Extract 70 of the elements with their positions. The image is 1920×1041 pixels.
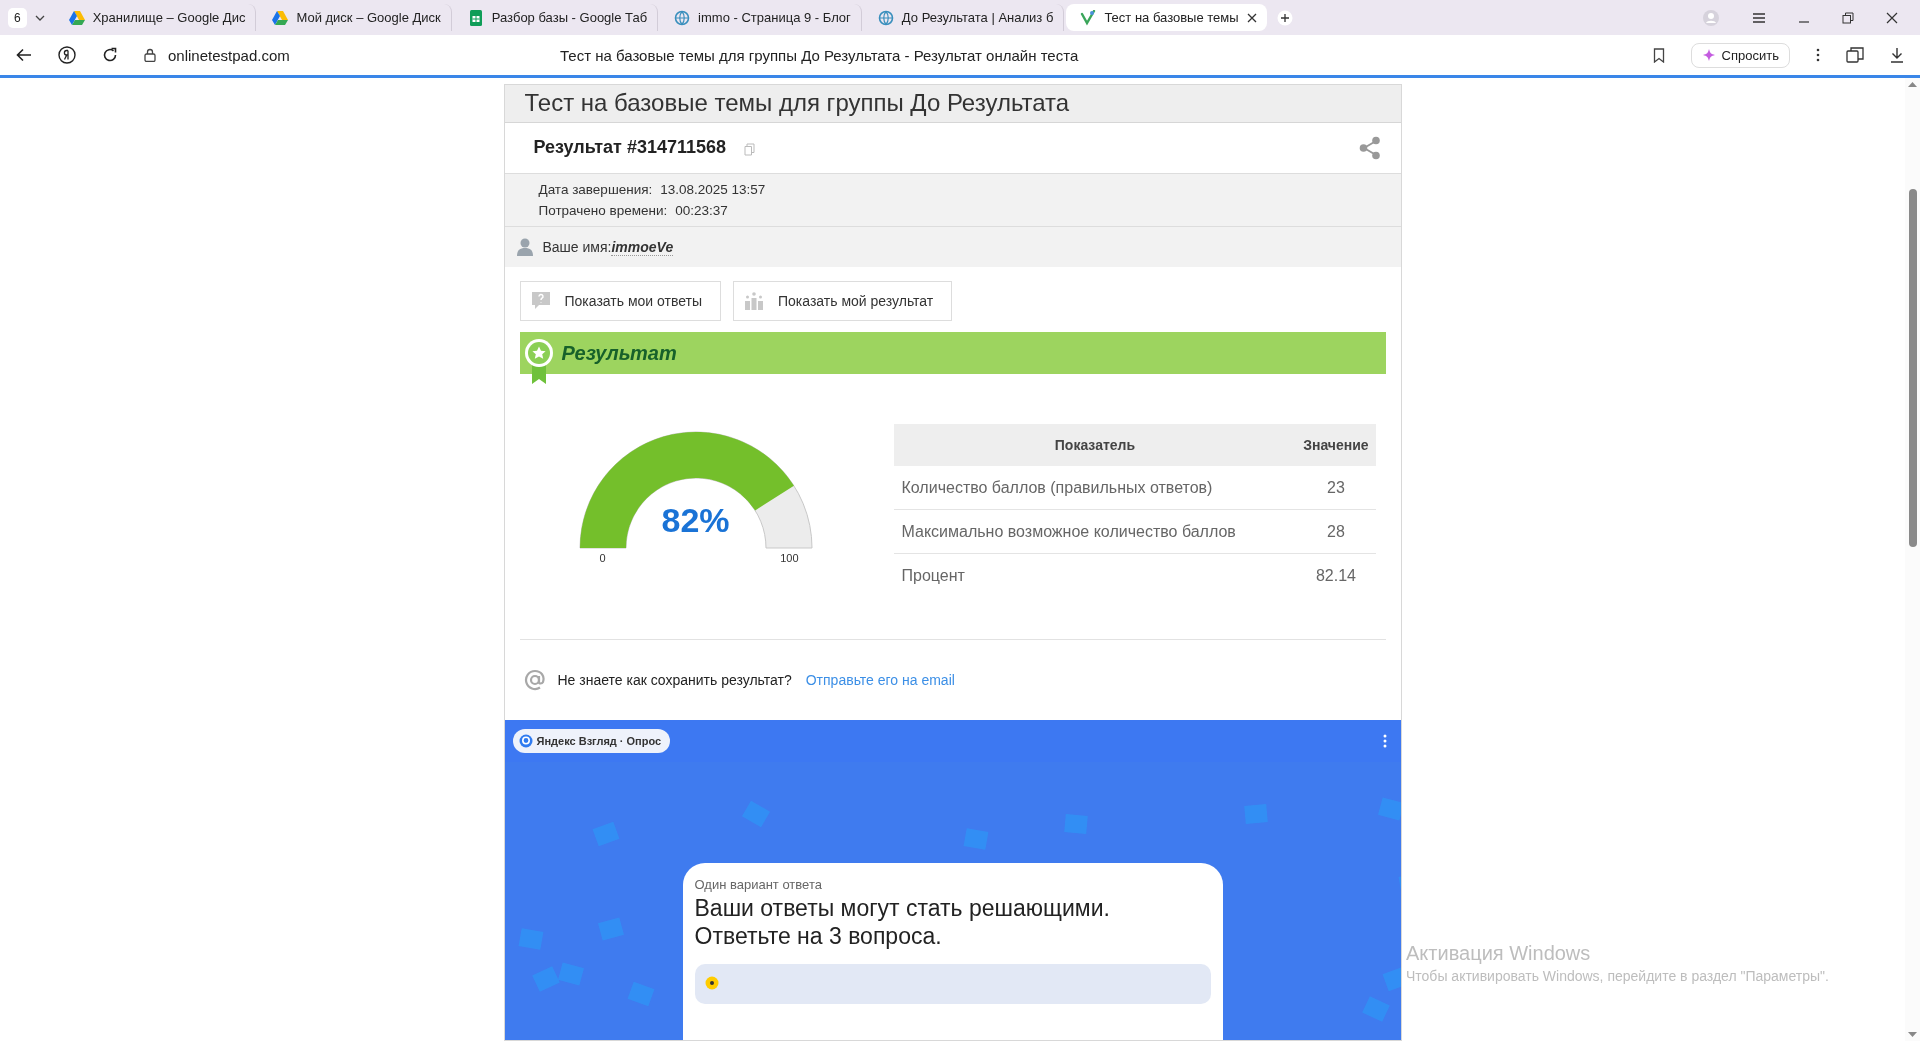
scrollbar[interactable] <box>1905 78 1920 1041</box>
show-button[interactable]: Показать мои ответы <box>519 281 721 321</box>
globe-icon <box>877 9 894 26</box>
test-title: Тест на базовые темы для группы До Результата <box>524 89 1070 118</box>
gauge-value: 82% <box>660 501 731 540</box>
gauge-max-label: 100 <box>780 552 799 564</box>
table-cell: Процент <box>893 553 1297 597</box>
browser-tab[interactable]: immo - Страница 9 - Блог <box>660 4 862 31</box>
plus-icon[interactable] <box>1276 9 1293 26</box>
download-icon[interactable] <box>1890 47 1904 63</box>
triangle-logo-icon <box>68 9 85 26</box>
name-value: immoeVe <box>611 238 674 256</box>
table-cell: Количество баллов (правильных ответов) <box>893 466 1297 510</box>
show-button[interactable]: Показать мой результат <box>733 281 953 321</box>
name-label: Ваше имя: <box>542 238 612 255</box>
tab-count[interactable]: 6 <box>8 7 27 28</box>
at-sign-icon <box>523 669 546 691</box>
podium-icon <box>744 291 764 311</box>
question-text: Ваши ответы могут стать решающими. Ответьте на 3 вопроса. <box>694 895 1111 951</box>
lock-icon[interactable] <box>144 48 156 62</box>
spreadsheet-icon <box>467 9 484 26</box>
reload-icon[interactable] <box>102 47 118 63</box>
eye-logo-icon <box>518 734 533 748</box>
more-icon[interactable] <box>1816 48 1820 62</box>
restore-icon[interactable] <box>1842 11 1854 24</box>
browser-tab[interactable]: Тест на базовые темы <box>1066 4 1267 31</box>
ask-button[interactable]: Спросить <box>1690 42 1790 68</box>
gauge-min-label: 0 <box>599 552 606 564</box>
back-arrow-icon[interactable] <box>16 48 32 62</box>
collections-icon[interactable] <box>1846 47 1864 63</box>
activation-title: Активация Windows <box>1406 942 1592 965</box>
browser-tab[interactable]: До Результата | Анализ б <box>863 4 1065 31</box>
globe-icon <box>674 9 691 26</box>
question-hint: Один вариант ответа <box>694 877 823 892</box>
survey-badge: Яндекс Взгляд · Опрос <box>512 729 671 753</box>
browser-tab[interactable]: Мой диск – Google Диск <box>258 4 452 31</box>
triangle-logo-icon <box>272 9 289 26</box>
table-cell: 23 <box>1296 466 1376 510</box>
detail-label: Дата завершения: <box>538 181 653 197</box>
address-bar[interactable]: onlinetestpad.com <box>168 46 548 64</box>
result-heading: Результат <box>561 341 677 365</box>
close-icon[interactable] <box>1886 11 1898 24</box>
checkmark-icon <box>1080 9 1097 26</box>
scroll-down-icon[interactable] <box>1908 1032 1917 1037</box>
table-cell: Максимально возможное количество баллов <box>893 509 1297 554</box>
yandex-icon[interactable] <box>58 46 76 64</box>
award-ribbon-icon <box>523 338 554 386</box>
browser-tab[interactable]: Хранилище – Google Дис <box>54 4 257 31</box>
detail-label: Потрачено времени: <box>538 202 668 218</box>
table-cell: 82.14 <box>1296 553 1376 597</box>
column-header: Показатель <box>893 424 1297 466</box>
chevron-down-icon[interactable] <box>34 14 45 21</box>
column-header: Значение <box>1296 424 1376 466</box>
user-icon <box>516 237 533 256</box>
bookmark-icon[interactable] <box>1652 47 1665 63</box>
detail-value: 00:23:37 <box>675 202 728 218</box>
radio-icon <box>704 976 719 991</box>
menu-icon[interactable] <box>1752 11 1766 24</box>
close-icon[interactable] <box>1246 12 1257 23</box>
share-icon[interactable] <box>1358 135 1381 160</box>
activation-text: Чтобы активировать Windows, перейдите в раздел "Параметры". <box>1406 968 1829 984</box>
result-title: Результат #314711568 <box>533 137 726 159</box>
table-cell: 28 <box>1296 509 1376 554</box>
speech-bubble-icon <box>530 291 551 311</box>
browser-tab[interactable]: Разбор базы - Google Таб <box>453 4 659 31</box>
scroll-up-icon[interactable] <box>1908 82 1917 87</box>
scrollbar-thumb[interactable] <box>1908 189 1917 547</box>
save-prompt: Не знаете как сохранить результат? <box>557 672 792 688</box>
page-title: Тест на базовые темы для группы До Результата - Результат онлайн теста <box>560 46 1080 64</box>
detail-value: 13.08.2025 13:57 <box>660 181 766 197</box>
